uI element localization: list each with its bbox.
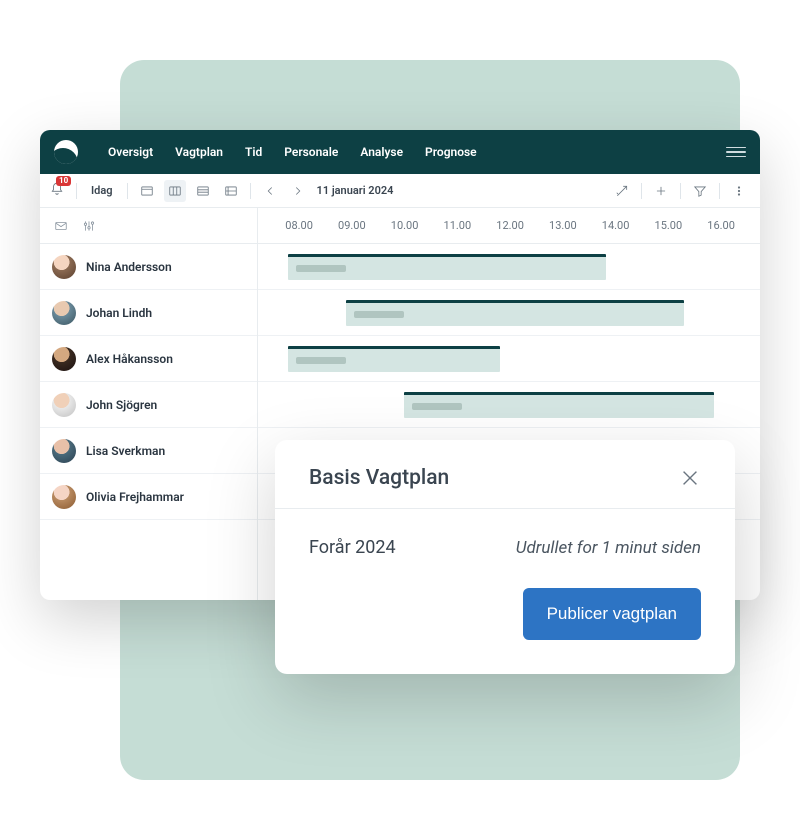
nav-personale[interactable]: Personale — [274, 139, 348, 165]
employee-name: Alex Håkansson — [86, 352, 173, 366]
more-button[interactable] — [728, 180, 750, 202]
nav-analyse[interactable]: Analyse — [350, 139, 413, 165]
wand-icon[interactable] — [611, 180, 633, 202]
publish-button[interactable]: Publicer vagtplan — [523, 588, 701, 640]
plan-season: Forår 2024 — [309, 537, 396, 558]
publish-modal: Basis Vagtplan Forår 2024 Udrullet for 1… — [275, 440, 735, 674]
employee-name: Olivia Frejhammar — [86, 490, 184, 504]
next-button[interactable] — [287, 180, 309, 202]
avatar — [52, 347, 76, 371]
close-icon — [679, 467, 701, 489]
view-month-icon[interactable] — [192, 180, 214, 202]
plan-status: Udrullet for 1 minut siden — [516, 538, 701, 558]
divider — [76, 183, 77, 199]
modal-footer: Publicer vagtplan — [275, 570, 735, 674]
prev-button[interactable] — [259, 180, 281, 202]
modal-title: Basis Vagtplan — [309, 466, 449, 490]
modal-header: Basis Vagtplan — [275, 440, 735, 509]
employee-column-header — [40, 208, 257, 244]
brand-logo[interactable] — [54, 140, 78, 164]
employee-row[interactable]: Lisa Sverkman — [40, 428, 257, 474]
avatar — [52, 301, 76, 325]
time-header: 08.00 09.00 10.00 11.00 12.00 13.00 14.0… — [258, 208, 760, 244]
view-week-icon[interactable] — [164, 180, 186, 202]
divider — [719, 183, 720, 199]
avatar — [52, 439, 76, 463]
shift-label-placeholder — [354, 311, 404, 318]
close-button[interactable] — [679, 467, 701, 489]
filter-button[interactable] — [689, 180, 711, 202]
view-day-icon[interactable] — [136, 180, 158, 202]
avatar — [52, 393, 76, 417]
time-label: 09.00 — [338, 219, 391, 232]
current-date-label: 11 januari 2024 — [317, 184, 394, 197]
shift-label-placeholder — [296, 357, 346, 364]
shift-bar[interactable] — [288, 254, 606, 280]
employee-name: Lisa Sverkman — [86, 444, 165, 458]
gantt-row[interactable] — [258, 244, 760, 290]
shift-bar[interactable] — [288, 346, 500, 372]
employee-name: Nina Andersson — [86, 260, 172, 274]
employee-row[interactable]: Alex Håkansson — [40, 336, 257, 382]
gantt-row[interactable] — [258, 382, 760, 428]
notifications-button[interactable]: 10 — [50, 182, 68, 200]
employee-column: Nina Andersson Johan Lindh Alex Håkansso… — [40, 208, 258, 600]
divider — [250, 183, 251, 199]
divider — [641, 183, 642, 199]
time-label: 11.00 — [444, 219, 497, 232]
time-label: 12.00 — [496, 219, 549, 232]
modal-body: Forår 2024 Udrullet for 1 minut siden — [275, 509, 735, 570]
time-label: 10.00 — [391, 219, 444, 232]
chevron-left-icon — [263, 184, 277, 198]
employee-row[interactable]: Nina Andersson — [40, 244, 257, 290]
nav-oversigt[interactable]: Oversigt — [98, 139, 163, 165]
time-label: 16.00 — [707, 219, 760, 232]
time-label: 08.00 — [285, 219, 338, 232]
gantt-row[interactable] — [258, 290, 760, 336]
shift-label-placeholder — [296, 265, 346, 272]
shift-bar[interactable] — [404, 392, 714, 418]
time-label: 13.00 — [549, 219, 602, 232]
filter-icon — [693, 184, 707, 198]
view-list-icon[interactable] — [220, 180, 242, 202]
more-vertical-icon — [732, 184, 746, 198]
employee-name: Johan Lindh — [86, 306, 152, 320]
avatar — [52, 485, 76, 509]
shift-bar[interactable] — [346, 300, 684, 326]
toolbar: 10 Idag 11 januari 2024 — [40, 174, 760, 208]
employee-name: John Sjögren — [86, 398, 157, 412]
plus-icon — [654, 184, 668, 198]
time-label: 15.00 — [655, 219, 708, 232]
divider — [127, 183, 128, 199]
mail-icon[interactable] — [54, 219, 68, 233]
menu-icon[interactable] — [726, 147, 746, 158]
add-button[interactable] — [650, 180, 672, 202]
sliders-icon[interactable] — [82, 219, 96, 233]
avatar — [52, 255, 76, 279]
chevron-right-icon — [291, 184, 305, 198]
employee-row[interactable]: Johan Lindh — [40, 290, 257, 336]
nav-vagtplan[interactable]: Vagtplan — [165, 139, 233, 165]
gantt-row[interactable] — [258, 336, 760, 382]
time-label: 14.00 — [602, 219, 655, 232]
nav-prognose[interactable]: Prognose — [415, 139, 487, 165]
today-button[interactable]: Idag — [85, 181, 119, 200]
divider — [680, 183, 681, 199]
main-nav: Oversigt Vagtplan Tid Personale Analyse … — [98, 139, 718, 165]
nav-tid[interactable]: Tid — [235, 139, 272, 165]
notification-badge: 10 — [56, 176, 71, 186]
shift-label-placeholder — [412, 403, 462, 410]
employee-row[interactable]: John Sjögren — [40, 382, 257, 428]
employee-row[interactable]: Olivia Frejhammar — [40, 474, 257, 520]
top-navbar: Oversigt Vagtplan Tid Personale Analyse … — [40, 130, 760, 174]
